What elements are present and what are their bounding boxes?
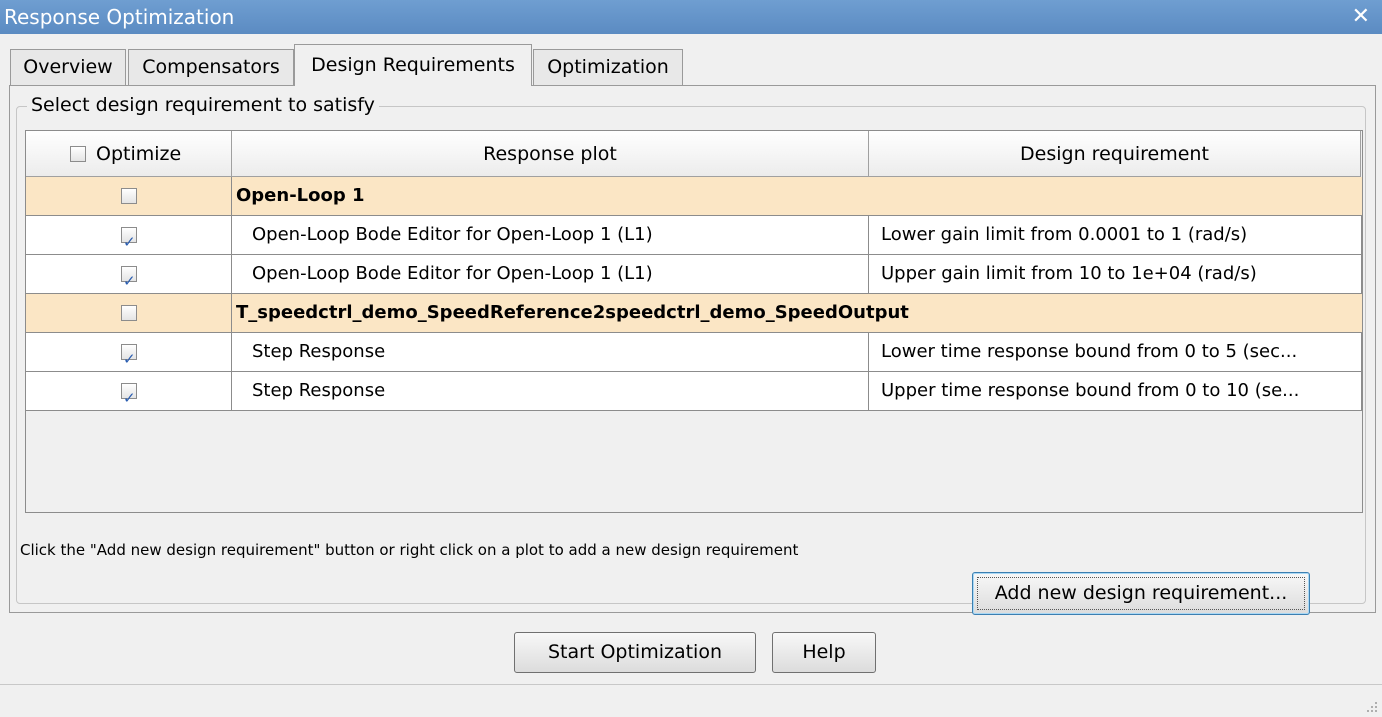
group-title-cell: T_speedctrl_demo_SpeedReference2speedctr… [232, 294, 1362, 333]
response-plot-cell: Step Response [232, 333, 869, 372]
tab-optimization[interactable]: Optimization [533, 49, 683, 85]
group-title-cell: Open-Loop 1 [232, 177, 1362, 216]
requirements-table: Optimize Response plot Design requiremen… [25, 130, 1363, 513]
tab-design-requirements[interactable]: Design Requirements [294, 44, 532, 86]
column-header-optimize[interactable]: Optimize [26, 131, 232, 177]
table-row-group[interactable]: T_speedctrl_demo_SpeedReference2speedctr… [26, 294, 1362, 333]
row-checkbox[interactable] [121, 379, 137, 410]
help-button[interactable]: Help [772, 632, 876, 673]
column-header-label: Optimize [96, 143, 182, 165]
start-optimization-button[interactable]: Start Optimization [514, 632, 756, 673]
window-titlebar[interactable]: Response Optimization ✕ [0, 0, 1382, 34]
table-row[interactable]: Open-Loop Bode Editor for Open-Loop 1 (L… [26, 216, 1362, 255]
table-row[interactable]: Step Response Upper time response bound … [26, 372, 1362, 411]
button-label: Add new design requirement... [994, 582, 1288, 604]
row-checkbox[interactable] [121, 188, 137, 204]
table-row[interactable]: Open-Loop Bode Editor for Open-Loop 1 (L… [26, 255, 1362, 294]
tab-compensators[interactable]: Compensators [128, 49, 294, 85]
row-checkbox[interactable] [121, 340, 137, 371]
button-label: Help [802, 641, 846, 663]
add-design-requirement-button[interactable]: Add new design requirement... [972, 572, 1310, 615]
response-plot-cell: Step Response [232, 372, 869, 411]
design-requirement-cell: Upper time response bound from 0 to 10 (… [869, 372, 1362, 411]
design-requirement-cell: Upper gain limit from 10 to 1e+04 (rad/s… [869, 255, 1362, 294]
column-header-response-plot[interactable]: Response plot [232, 131, 869, 177]
optimize-cell [26, 255, 232, 294]
optimize-cell [26, 177, 232, 216]
optimize-cell [26, 294, 232, 333]
tab-label: Overview [23, 56, 113, 78]
tab-label: Optimization [547, 56, 669, 78]
optimize-cell [26, 216, 232, 255]
tab-label: Compensators [142, 56, 280, 78]
resize-grip-icon[interactable] [1364, 699, 1378, 713]
column-header-label: Design requirement [1020, 143, 1209, 165]
optimize-cell [26, 372, 232, 411]
design-requirement-cell: Lower time response bound from 0 to 5 (s… [869, 333, 1362, 372]
close-icon[interactable]: ✕ [1352, 4, 1370, 29]
optimize-cell [26, 333, 232, 372]
row-checkbox[interactable] [121, 305, 137, 321]
response-plot-cell: Open-Loop Bode Editor for Open-Loop 1 (L… [232, 216, 869, 255]
response-plot-cell: Open-Loop Bode Editor for Open-Loop 1 (L… [232, 255, 869, 294]
status-bar [0, 684, 1382, 717]
tab-overview[interactable]: Overview [10, 49, 126, 85]
groupbox-title: Select design requirement to satisfy [27, 94, 379, 116]
column-header-label: Response plot [483, 143, 617, 165]
row-checkbox[interactable] [121, 223, 137, 254]
add-requirement-hint: Click the "Add new design requirement" b… [20, 541, 799, 559]
window-title: Response Optimization [4, 5, 235, 29]
table-row-group[interactable]: Open-Loop 1 [26, 177, 1362, 216]
table-row[interactable]: Step Response Lower time response bound … [26, 333, 1362, 372]
tab-label: Design Requirements [311, 54, 515, 76]
column-header-design-requirement[interactable]: Design requirement [869, 131, 1361, 177]
button-label: Start Optimization [548, 641, 722, 663]
design-requirement-cell: Lower gain limit from 0.0001 to 1 (rad/s… [869, 216, 1362, 255]
optimize-all-checkbox[interactable] [70, 146, 86, 162]
row-checkbox[interactable] [121, 262, 137, 293]
